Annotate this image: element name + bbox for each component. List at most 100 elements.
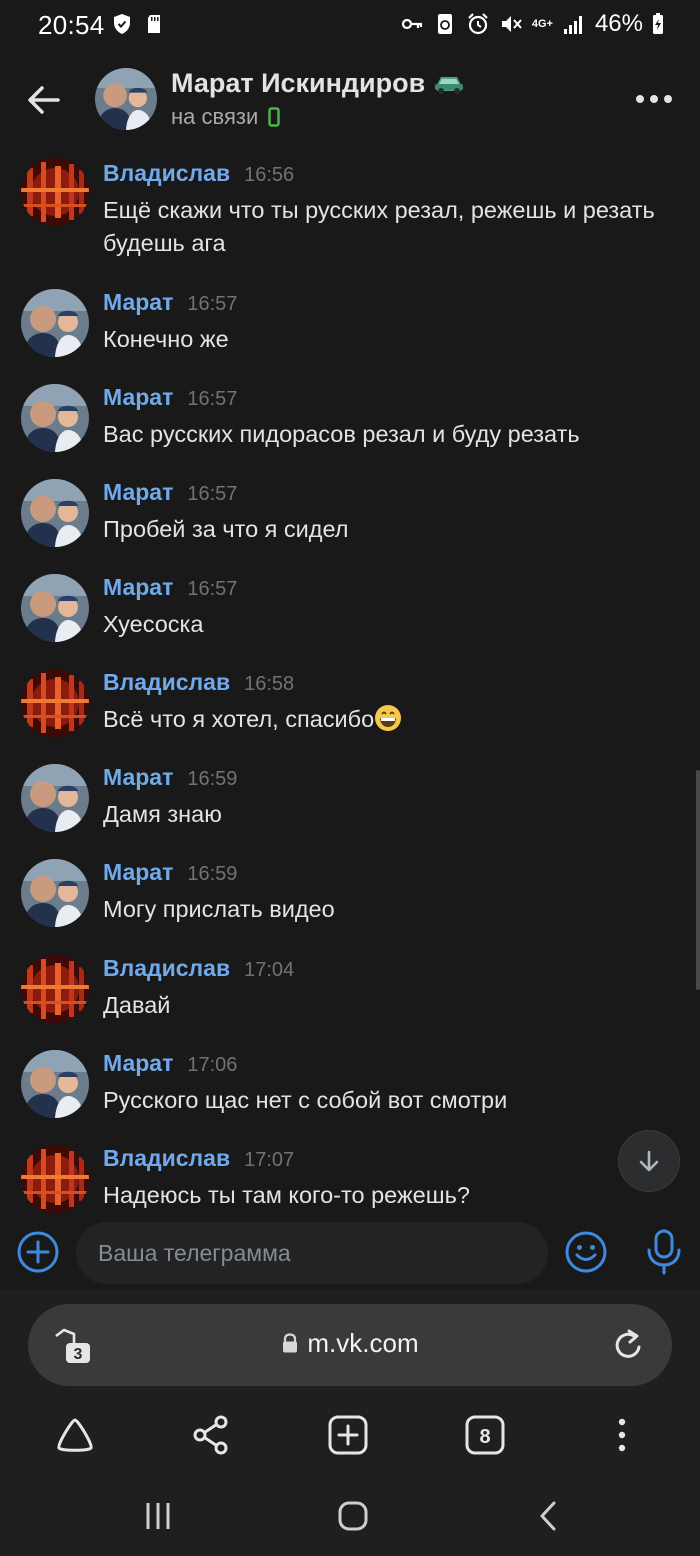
- message-item[interactable]: Марат 16:57 Вас русских пидорасов резал …: [0, 374, 700, 469]
- message-author[interactable]: Марат: [103, 384, 173, 411]
- message-item[interactable]: Марат 16:59 Могу прислать видео: [0, 849, 700, 944]
- alarm-icon: [468, 13, 488, 35]
- battery-charging-icon: [653, 13, 663, 34]
- message-item[interactable]: Марат 16:57 Хуесоска: [0, 564, 700, 659]
- signal-icon: [563, 16, 582, 34]
- share-button[interactable]: [186, 1410, 236, 1460]
- message-header: Марат 16:59: [103, 764, 237, 791]
- avatar[interactable]: [21, 158, 89, 226]
- avatar[interactable]: [21, 574, 89, 642]
- avatar-photo-marat: [21, 764, 89, 832]
- message-author[interactable]: Марат: [103, 479, 173, 506]
- message-time: 16:58: [244, 673, 295, 695]
- avatar-photo-marat: [21, 574, 89, 642]
- status-bar: 20:54 4G+ 46%: [0, 0, 700, 52]
- avatar[interactable]: [21, 479, 89, 547]
- browser-menu-button[interactable]: [597, 1410, 647, 1460]
- message-author[interactable]: Владислав: [103, 955, 230, 982]
- message-list[interactable]: Владислав 16:56 Ещё скажи что ты русских…: [0, 150, 700, 1216]
- system-back-button[interactable]: [528, 1496, 568, 1536]
- browser-chrome: 3 m.vk.com 8: [0, 1290, 700, 1556]
- message-item[interactable]: Марат 17:06 Русского щас нет с собой вот…: [0, 1040, 700, 1135]
- avatar[interactable]: [21, 669, 89, 737]
- tabs-button[interactable]: 8: [460, 1410, 510, 1460]
- mute-icon: [501, 16, 522, 32]
- header-name-row[interactable]: Марат Искиндиров: [171, 68, 465, 99]
- message-item[interactable]: Владислав 17:04 Давай: [0, 945, 700, 1040]
- browser-toolbar: 8: [0, 1410, 700, 1460]
- avatar-photo-marat: [21, 479, 89, 547]
- message-time: 16:57: [187, 483, 238, 505]
- message-author[interactable]: Марат: [103, 574, 173, 601]
- avatar[interactable]: [21, 384, 89, 452]
- arrow-down-icon: [639, 1150, 659, 1172]
- mobile-online-icon: [268, 107, 280, 127]
- message-header: Марат 17:06: [103, 1050, 237, 1077]
- home-button[interactable]: [50, 1410, 100, 1460]
- scroll-to-bottom-button[interactable]: [618, 1130, 680, 1192]
- tabs-count: 8: [479, 1426, 490, 1448]
- message-composer: [0, 1216, 700, 1290]
- message-item[interactable]: Владислав 16:58 Всё что я хотел, спасибо: [0, 659, 700, 754]
- message-header: Марат 16:59: [103, 859, 237, 886]
- message-author[interactable]: Владислав: [103, 669, 230, 696]
- more-menu-icon[interactable]: [634, 86, 674, 112]
- message-text: Давай: [103, 992, 171, 1018]
- lock-icon: [283, 1333, 298, 1353]
- contact-name: Марат Искиндиров: [171, 68, 426, 98]
- shield-icon: [114, 14, 130, 34]
- attach-plus-icon[interactable]: [16, 1230, 60, 1274]
- message-header: Марат 16:57: [103, 479, 237, 506]
- message-time: 17:06: [187, 1054, 238, 1076]
- message-header: Марат 16:57: [103, 289, 237, 316]
- reload-icon[interactable]: [610, 1326, 646, 1364]
- system-home-button[interactable]: [333, 1496, 373, 1536]
- message-item[interactable]: Марат 16:59 Дамя знаю: [0, 754, 700, 849]
- avatar-photo-marat: [21, 859, 89, 927]
- avatar[interactable]: [21, 289, 89, 357]
- message-header: Владислав 17:04: [103, 955, 294, 982]
- avatar[interactable]: [21, 955, 89, 1023]
- message-author[interactable]: Марат: [103, 764, 173, 791]
- system-nav-bar: [0, 1486, 700, 1542]
- car-icon: [435, 76, 464, 94]
- message-time: 17:04: [244, 959, 295, 981]
- url-display[interactable]: m.vk.com: [28, 1328, 672, 1359]
- message-item[interactable]: Марат 16:57 Конечно же: [0, 279, 700, 374]
- scrollbar[interactable]: [696, 770, 700, 990]
- message-header: Владислав 16:56: [103, 160, 294, 187]
- header-avatar[interactable]: [95, 68, 157, 130]
- message-author[interactable]: Марат: [103, 1050, 173, 1077]
- vpn-key-icon: [401, 18, 422, 30]
- message-author[interactable]: Владислав: [103, 160, 230, 187]
- avatar[interactable]: [21, 1050, 89, 1118]
- avatar[interactable]: [21, 859, 89, 927]
- message-text: Надеюсь ты там кого-то режешь?: [103, 1182, 470, 1208]
- avatar-photo-marat: [21, 289, 89, 357]
- message-author[interactable]: Марат: [103, 859, 173, 886]
- message-item[interactable]: Владислав 17:07 Надеюсь ты там кого-то р…: [0, 1135, 700, 1216]
- recent-apps-button[interactable]: [138, 1496, 178, 1536]
- back-arrow-icon[interactable]: [22, 78, 66, 122]
- message-author[interactable]: Владислав: [103, 1145, 230, 1172]
- message-item[interactable]: Владислав 16:56 Ещё скажи что ты русских…: [0, 150, 700, 276]
- message-item[interactable]: Марат 16:57 Пробей за что я сидел: [0, 469, 700, 564]
- smile-icon[interactable]: [564, 1230, 608, 1274]
- message-header: Владислав 16:58: [103, 669, 294, 696]
- sd-card-icon: [148, 15, 160, 33]
- grinning-face-icon: [375, 705, 402, 731]
- microphone-icon[interactable]: [642, 1228, 686, 1276]
- new-tab-button[interactable]: [323, 1410, 373, 1460]
- message-input[interactable]: [76, 1222, 548, 1284]
- message-text-container: Всё что я хотел, спасибо: [103, 703, 663, 736]
- avatar[interactable]: [21, 1145, 89, 1213]
- avatar[interactable]: [21, 764, 89, 832]
- message-header: Марат 16:57: [103, 384, 237, 411]
- avatar-photo-marat: [95, 68, 157, 130]
- avatar-photo-marat: [21, 384, 89, 452]
- address-bar[interactable]: 3 m.vk.com: [28, 1304, 672, 1386]
- message-author[interactable]: Марат: [103, 289, 173, 316]
- screen: 20:54 4G+ 46% Марат Искиндиров на связи …: [0, 0, 700, 1556]
- header-status: на связи: [171, 104, 280, 130]
- avatar-photo-vladislav: [21, 158, 89, 226]
